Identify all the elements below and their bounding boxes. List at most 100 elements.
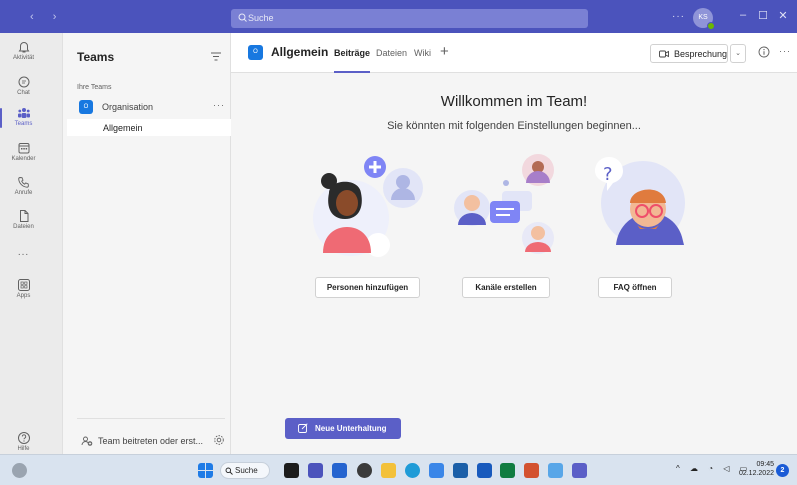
rail-item-apps[interactable]: Apps	[0, 278, 47, 299]
rail-item-files[interactable]: Dateien	[0, 209, 47, 230]
powerpoint-icon[interactable]	[524, 463, 539, 478]
calendar-icon	[18, 143, 29, 154]
clock[interactable]: 09:45 02.12.2022	[738, 460, 774, 478]
store-icon[interactable]	[429, 463, 444, 478]
tab-wiki[interactable]: Wiki	[414, 48, 431, 58]
clock-time: 09:45	[756, 461, 774, 468]
close-button[interactable]: ✕	[775, 9, 791, 22]
join-label: Team beitreten oder erst...	[98, 436, 204, 446]
new-conversation-label: Neue Unterhaltung	[315, 424, 387, 433]
apps-icon	[17, 279, 30, 291]
rail-item-activity[interactable]: Aktivität	[0, 40, 47, 61]
teams-chat-icon[interactable]	[308, 463, 323, 478]
help-icon	[17, 432, 30, 444]
rail-item-chat[interactable]: Chat	[0, 75, 47, 96]
tab-dateien[interactable]: Dateien	[376, 48, 407, 58]
teams-app-icon[interactable]	[572, 463, 587, 478]
rail-item-calendar[interactable]: Kalender	[0, 141, 47, 162]
rail-item-teams[interactable]: Teams	[0, 106, 47, 128]
team-avatar: O	[79, 100, 93, 114]
main-content: O Allgemein Beiträge Dateien Wiki + Besp…	[231, 33, 797, 454]
video-icon	[659, 50, 669, 58]
team-name: Organisation	[102, 102, 154, 112]
rail-label: Kalender	[11, 156, 36, 162]
search-placeholder: Suche	[248, 13, 274, 23]
rail-label: Apps	[16, 293, 31, 299]
divider	[77, 418, 225, 419]
notification-badge[interactable]: 2	[776, 464, 789, 477]
avatar[interactable]: KS	[693, 8, 715, 30]
channel-avatar: O	[248, 45, 263, 60]
channel-header: O Allgemein Beiträge Dateien Wiki + Besp…	[231, 33, 797, 73]
phone-icon	[17, 177, 29, 188]
meeting-button[interactable]: Besprechung	[650, 44, 728, 63]
team-add-icon	[81, 436, 93, 446]
nav-arrows[interactable]: ‹ ›	[30, 11, 64, 23]
teams-list-pane: Teams Ihre Teams O Organisation ··· Allg…	[63, 33, 231, 454]
create-channels-illustration	[454, 154, 554, 254]
settings-more-button[interactable]: ···	[672, 11, 685, 22]
file-icon	[19, 210, 28, 222]
search-icon	[225, 467, 233, 475]
svg-text:?: ?	[603, 164, 613, 185]
bell-icon	[18, 42, 29, 53]
weather-icon[interactable]	[12, 463, 27, 478]
windows-start-icon[interactable]	[198, 463, 213, 478]
add-people-button[interactable]: Personen hinzufügen	[315, 277, 420, 298]
channel-item-allgemein[interactable]: Allgemein	[67, 119, 231, 136]
chevron-down-icon: ⌄	[735, 50, 741, 57]
rail-label: Teams	[14, 121, 33, 127]
file-explorer-icon[interactable]	[381, 463, 396, 478]
section-label: Ihre Teams	[77, 84, 112, 91]
pane-title: Teams	[77, 50, 115, 64]
taskbar-search[interactable]: Suche	[220, 462, 270, 479]
word-icon[interactable]	[477, 463, 492, 478]
clock-date: 02.12.2022	[738, 470, 774, 477]
create-channels-button[interactable]: Kanäle erstellen	[462, 277, 550, 298]
presence-available-icon	[707, 22, 715, 30]
title-bar: ‹ › Suche ··· KS – ☐ ✕	[0, 0, 797, 33]
welcome-title: Willkommen im Team!	[440, 93, 588, 110]
new-conversation-button[interactable]: Neue Unterhaltung	[285, 418, 401, 439]
task-view-icon[interactable]	[284, 463, 299, 478]
team-item-organisation[interactable]: O Organisation ···	[63, 97, 231, 117]
teams-icon	[17, 108, 30, 118]
rail-label: Hilfe	[17, 446, 30, 452]
filter-icon[interactable]	[211, 52, 221, 61]
dell-icon[interactable]	[357, 463, 372, 478]
open-faq-button[interactable]: FAQ öffnen	[598, 277, 672, 298]
welcome-subtitle: Sie könnten mit folgenden Einstellungen …	[387, 120, 641, 132]
avatar-initials: KS	[698, 14, 708, 21]
info-icon[interactable]	[758, 46, 770, 58]
widgets-icon[interactable]	[332, 463, 347, 478]
maximize-button[interactable]: ☐	[755, 9, 771, 22]
rail-label: Aktivität	[12, 55, 34, 61]
taskbar: Suche ^ ☁ ◔ ◁ ▭ 09:45 02.12.2022 2	[0, 454, 797, 485]
minimize-button[interactable]: –	[735, 9, 751, 21]
channel-title: Allgemein	[271, 45, 329, 59]
snipping-tool-icon[interactable]	[548, 463, 563, 478]
excel-icon[interactable]	[500, 463, 515, 478]
rail-item-calls[interactable]: Anrufe	[0, 175, 47, 196]
join-or-create-team-button[interactable]: Team beitreten oder erst...	[77, 434, 225, 448]
header-more-button[interactable]: ···	[779, 46, 791, 56]
gear-icon[interactable]	[213, 434, 225, 446]
meeting-label: Besprechung	[674, 49, 728, 59]
more-icon: ...	[17, 247, 30, 258]
faq-illustration: ?	[595, 157, 685, 245]
add-tab-button[interactable]: +	[440, 43, 449, 60]
meeting-dropdown-button[interactable]: ⌄	[730, 44, 746, 63]
rail-item-help[interactable]: Hilfe	[0, 431, 47, 452]
compose-icon	[298, 423, 308, 433]
rail-label: Anrufe	[14, 190, 33, 196]
rail-label: Dateien	[13, 224, 34, 230]
edge-icon[interactable]	[405, 463, 420, 478]
app-rail: Aktivität Chat Teams Kalender Anrufe Dat…	[0, 33, 63, 454]
rail-more-button[interactable]: ...	[0, 247, 47, 258]
outlook-icon[interactable]	[453, 463, 468, 478]
search-bar[interactable]: Suche	[231, 9, 588, 28]
tab-beitraege[interactable]: Beiträge	[334, 48, 371, 73]
add-people-illustration	[313, 156, 423, 257]
rail-label: Chat	[17, 90, 30, 96]
team-more-button[interactable]: ···	[213, 100, 225, 110]
